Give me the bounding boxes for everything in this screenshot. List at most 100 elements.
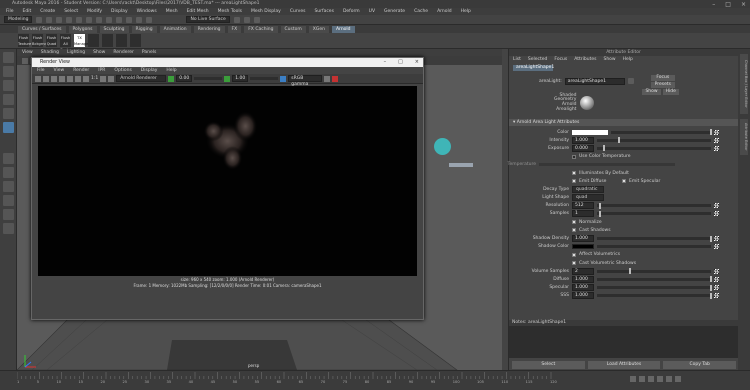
layout-hypershade-icon[interactable] [3, 223, 14, 234]
checkbox[interactable] [572, 252, 576, 257]
color-slider[interactable] [611, 129, 712, 136]
ae-menu-list[interactable]: List [513, 57, 521, 62]
checkbox[interactable] [572, 171, 576, 176]
shadow-color-slider[interactable] [597, 245, 711, 249]
menu-arnold[interactable]: Arnold [437, 9, 452, 14]
viewport-menu-view[interactable]: View [22, 50, 33, 55]
rgb-channel-icon[interactable] [75, 75, 81, 82]
open-scene-icon[interactable] [46, 16, 53, 23]
maximize-icon[interactable]: □ [398, 58, 403, 67]
menu-surfaces[interactable]: Surfaces [314, 9, 334, 14]
checkbox-emit-diffuse[interactable] [572, 179, 576, 184]
value-field[interactable]: 512 [572, 202, 594, 210]
map-icon[interactable] [714, 211, 719, 217]
remove-image-icon[interactable] [108, 75, 115, 82]
render-icon[interactable] [233, 16, 240, 23]
copy-tab-button[interactable]: Copy Tab [663, 361, 737, 369]
value-slider[interactable] [597, 235, 712, 242]
hide-button[interactable]: Hide [662, 89, 679, 95]
snap-curve-icon[interactable] [126, 16, 133, 23]
display-icon[interactable] [324, 75, 331, 82]
ae-menu-help[interactable]: Help [623, 57, 633, 62]
area-light-icon[interactable] [88, 34, 99, 47]
maximize-icon[interactable]: □ [725, 1, 731, 8]
render-region-icon[interactable] [43, 75, 49, 82]
redo-icon[interactable] [76, 16, 83, 23]
menu-generate[interactable]: Generate [384, 9, 405, 14]
mesh-light-icon[interactable] [116, 34, 127, 47]
tab-arealightshape1[interactable]: areaLightShape1 [513, 65, 554, 71]
value-slider[interactable] [597, 137, 711, 144]
layout-two-icon[interactable] [3, 181, 14, 192]
map-icon[interactable] [714, 236, 719, 242]
checkbox[interactable] [572, 220, 576, 225]
checkbox[interactable] [572, 261, 576, 266]
menu-deform[interactable]: Deform [343, 9, 360, 14]
map-icon[interactable] [714, 268, 719, 274]
paint-select-icon[interactable] [3, 80, 14, 91]
render-settings-icon[interactable] [253, 16, 260, 23]
layout-outliner-icon[interactable] [3, 195, 14, 206]
menu-select[interactable]: Select [64, 9, 78, 14]
exposure-slider[interactable] [194, 77, 223, 80]
value-field[interactable]: 1.000 [572, 235, 594, 243]
snap-grid-icon[interactable] [116, 16, 123, 23]
menu-mesh-display[interactable]: Mesh Display [251, 9, 281, 14]
snapshot-icon[interactable] [51, 75, 57, 82]
enum-dropdown[interactable]: quad [572, 194, 604, 202]
shelf-tab-polygons[interactable]: Polygons [68, 25, 97, 33]
play-back-icon[interactable] [648, 376, 654, 382]
shelf-button-flush-bckgrnd[interactable]: Flush Bckgrnd [32, 34, 47, 47]
save-scene-icon[interactable] [56, 16, 63, 23]
presets-button[interactable]: Presets [650, 81, 675, 88]
shelf-tab-rendering[interactable]: Rendering [193, 25, 225, 33]
shadow-color-swatch[interactable] [572, 244, 594, 250]
mode-dropdown[interactable]: Modeling [4, 16, 33, 23]
viewport-menu-show[interactable]: Show [93, 50, 105, 55]
viewport-menu-lighting[interactable]: Lighting [67, 50, 85, 55]
render-menu-ipr[interactable]: IPR [98, 68, 105, 73]
select-button[interactable]: Select [512, 361, 585, 369]
enum-dropdown[interactable]: quadratic [572, 185, 604, 193]
value-slider[interactable] [597, 276, 712, 283]
map-icon[interactable] [714, 145, 719, 151]
layout-four-icon[interactable] [3, 167, 14, 178]
skydome-light-icon[interactable] [102, 34, 113, 47]
menu-modify[interactable]: Modify [87, 9, 102, 14]
camera-select-icon[interactable] [22, 57, 28, 64]
close-icon[interactable]: × [741, 1, 746, 8]
select-object-icon[interactable] [96, 16, 103, 23]
stop-render-icon[interactable] [332, 75, 339, 82]
select-hierarchy-icon[interactable] [86, 16, 93, 23]
color-mgmt-field[interactable]: sRGB gamma [288, 75, 323, 87]
ipr-icon[interactable] [59, 75, 65, 82]
menu-file[interactable]: File [6, 9, 14, 14]
shelf-tab-fx[interactable]: FX [227, 25, 242, 33]
menu-help[interactable]: Help [461, 9, 471, 14]
tab-channel-box[interactable]: Channel Box / Layer Editor [740, 54, 748, 114]
value-field[interactable]: 1.000 [572, 275, 594, 283]
focus-button[interactable]: Focus [650, 74, 675, 81]
value-slider[interactable] [597, 284, 712, 291]
layout-graph-icon[interactable] [3, 209, 14, 220]
menu-cache[interactable]: Cache [414, 9, 428, 14]
show-button[interactable]: Show [642, 89, 661, 95]
menu-windows[interactable]: Windows [137, 9, 157, 14]
menu-curves[interactable]: Curves [290, 9, 306, 14]
ae-menu-show[interactable]: Show [603, 57, 615, 62]
shelf-tab-sculpting[interactable]: Sculpting [99, 25, 129, 33]
viewport-menu-panels[interactable]: Panels [142, 50, 156, 55]
checkbox[interactable] [572, 228, 576, 233]
minimize-icon[interactable]: – [384, 58, 387, 67]
snap-view-icon[interactable] [146, 16, 153, 23]
rotate-tool-icon[interactable] [3, 108, 14, 119]
refresh-icon[interactable] [67, 75, 73, 82]
snap-point-icon[interactable] [136, 16, 143, 23]
go-start-icon[interactable] [630, 376, 636, 382]
value-slider[interactable] [597, 268, 711, 275]
menu-edit-mesh[interactable]: Edit Mesh [187, 9, 209, 14]
menu-mesh[interactable]: Mesh [166, 9, 178, 14]
value-slider[interactable] [597, 202, 711, 209]
shelf-tab-arnold[interactable]: Arnold [331, 25, 355, 33]
map-icon[interactable] [714, 244, 719, 250]
